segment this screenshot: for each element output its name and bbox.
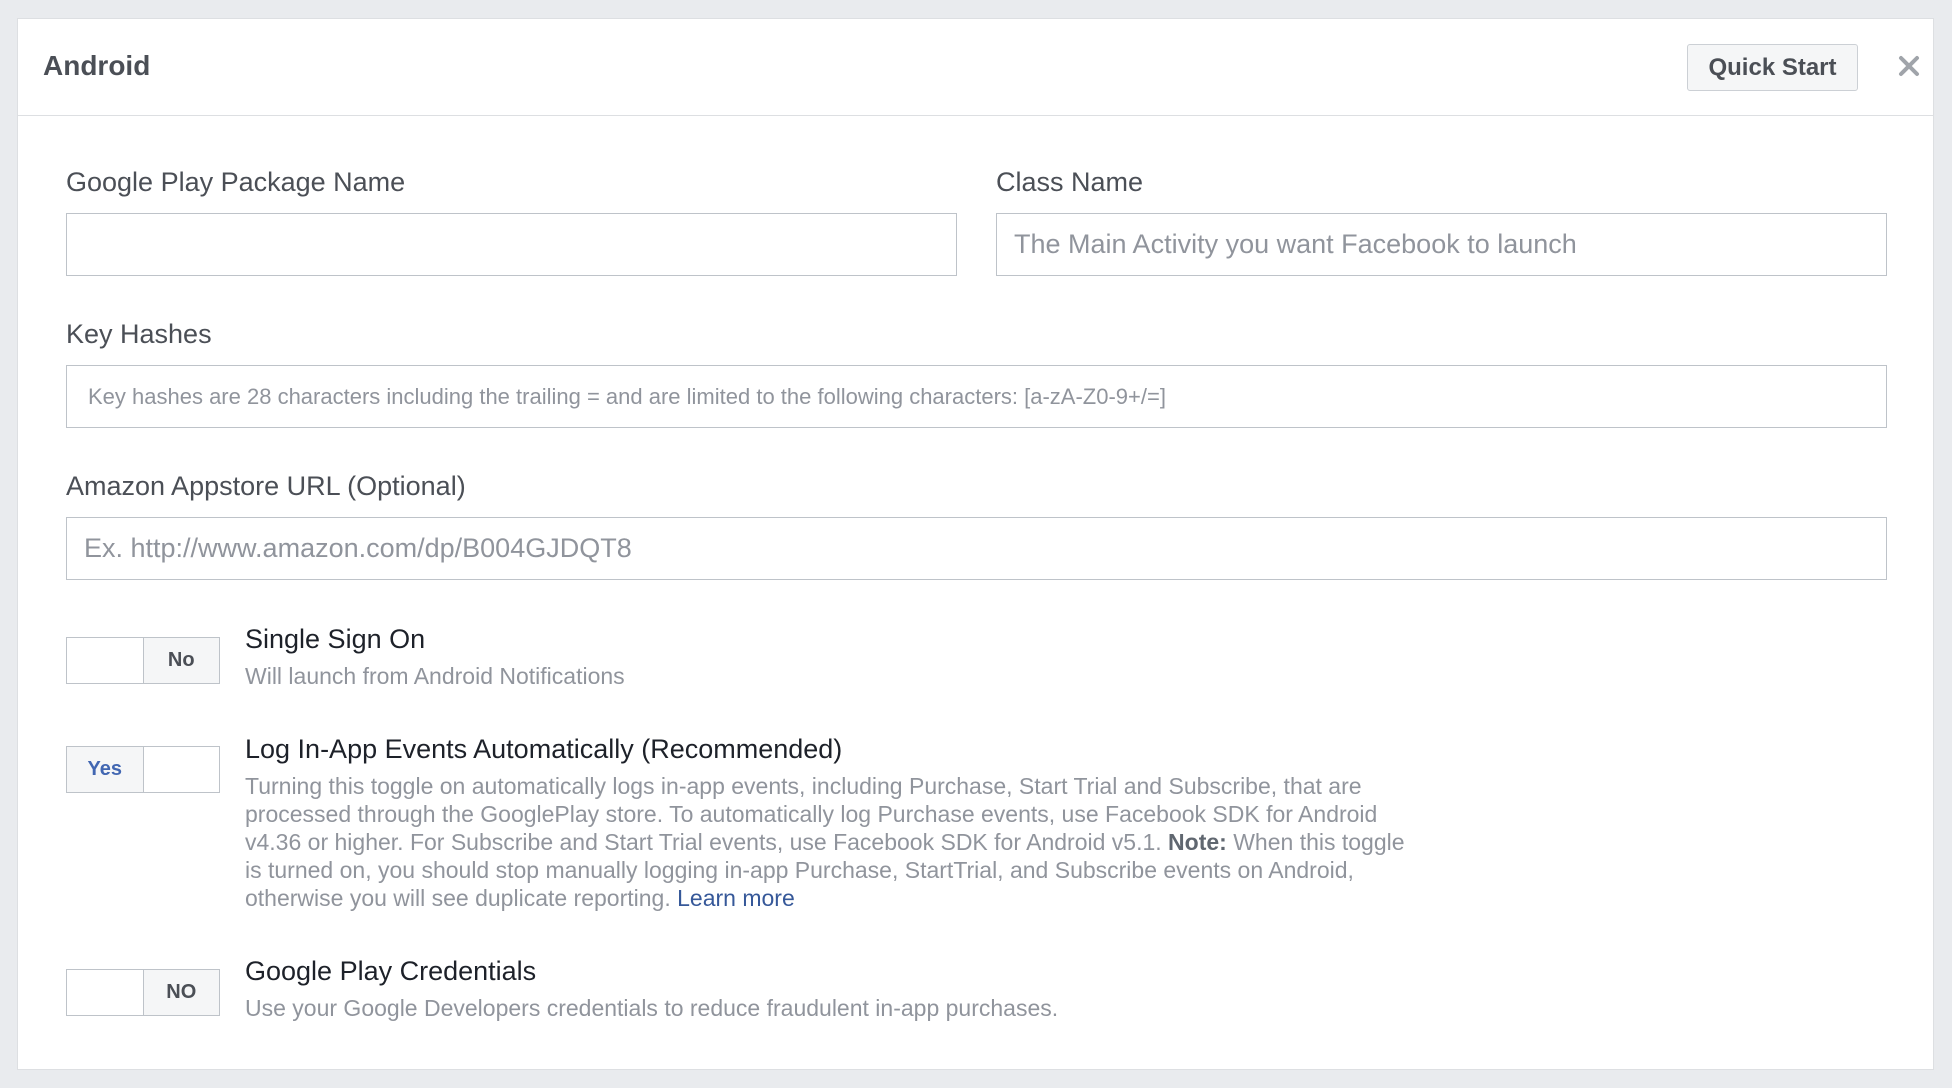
log-events-toggle[interactable]: Yes — [66, 746, 220, 793]
class-name-label: Class Name — [996, 167, 1144, 197]
toggle-yes-label: Yes — [67, 747, 144, 792]
log-events-description: Turning this toggle on automatically log… — [245, 772, 1425, 912]
toggle-empty-segment — [144, 747, 220, 792]
toggle-no-label: No — [142, 638, 219, 683]
toggle-empty-segment — [67, 638, 143, 683]
note-label: Note: — [1168, 829, 1227, 855]
single-sign-on-description: Will launch from Android Notifications — [245, 663, 625, 689]
play-credentials-title: Google Play Credentials — [245, 956, 537, 986]
package-name-label: Google Play Package Name — [66, 167, 406, 197]
log-events-title: Log In-App Events Automatically (Recomme… — [245, 734, 843, 764]
package-name-input[interactable] — [66, 213, 957, 276]
key-hashes-input[interactable] — [66, 365, 1887, 428]
learn-more-link[interactable]: Learn more — [677, 885, 795, 911]
single-sign-on-title: Single Sign On — [245, 624, 426, 654]
panel-title: Android — [43, 50, 151, 81]
play-credentials-description: Use your Google Developers credentials t… — [245, 995, 1059, 1021]
toggle-empty-segment — [67, 970, 143, 1015]
android-settings-panel: Android Quick Start Google Play Package … — [17, 18, 1934, 1070]
class-name-input[interactable] — [996, 213, 1887, 276]
toggle-no-label: NO — [142, 970, 219, 1015]
panel-header: Android Quick Start — [18, 19, 1933, 116]
single-sign-on-toggle[interactable]: No — [66, 637, 220, 684]
key-hashes-label: Key Hashes — [66, 319, 212, 349]
amazon-url-input[interactable] — [66, 517, 1887, 580]
close-button[interactable] — [1894, 51, 1924, 81]
quick-start-button[interactable]: Quick Start — [1687, 44, 1858, 91]
amazon-url-label: Amazon Appstore URL (Optional) — [66, 471, 466, 501]
play-credentials-toggle[interactable]: NO — [66, 969, 220, 1016]
close-icon — [1899, 56, 1919, 76]
